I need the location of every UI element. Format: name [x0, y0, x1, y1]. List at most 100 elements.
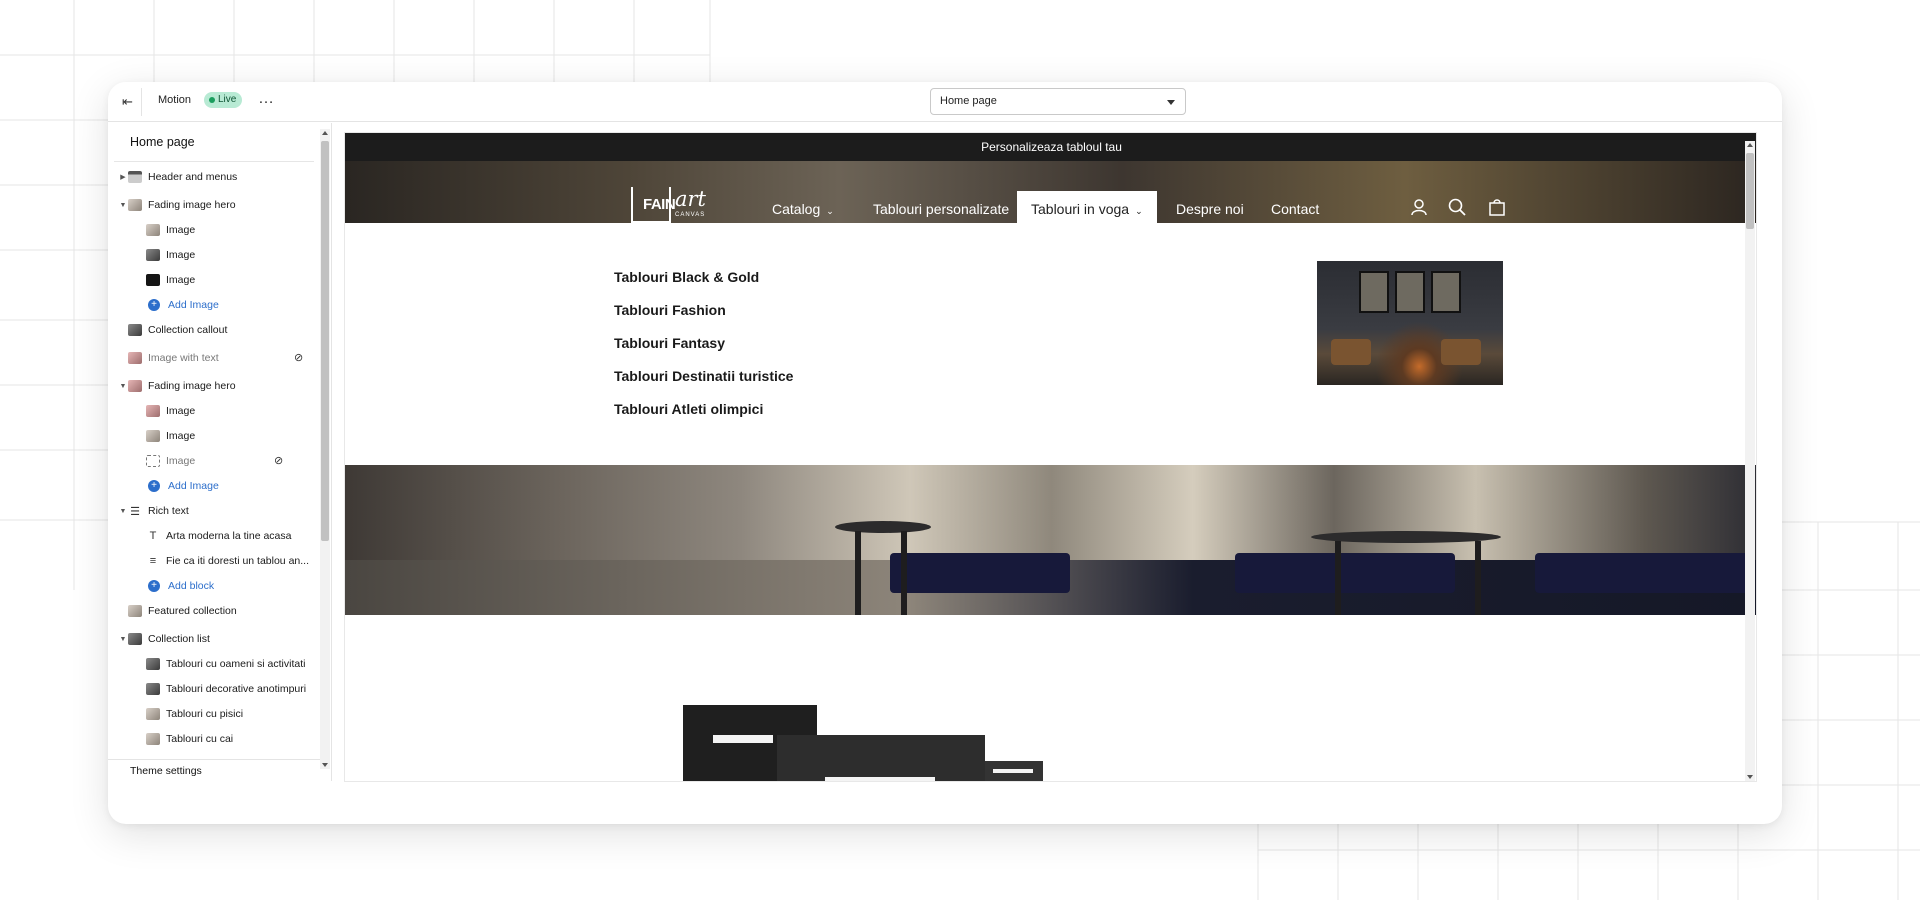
- block-image[interactable]: Image ⊘: [146, 451, 308, 471]
- nav-tablouri-personalizate[interactable]: Tablouri personalizate: [873, 193, 1009, 225]
- more-actions-button[interactable]: …: [258, 90, 275, 108]
- sidebar-title: Home page: [130, 135, 195, 149]
- scrollbar-thumb[interactable]: [321, 141, 329, 541]
- scroll-up-icon[interactable]: [322, 131, 328, 135]
- section-fading-image-hero[interactable]: ▼ Fading image hero: [118, 195, 236, 215]
- section-fading-image-hero[interactable]: ▼ Fading image hero: [118, 376, 236, 396]
- collection-image[interactable]: [985, 761, 1043, 781]
- dropdown-link[interactable]: Tablouri Fashion: [614, 302, 726, 318]
- chevron-down-icon: [1167, 100, 1175, 105]
- block-label: Image: [166, 249, 196, 261]
- image-icon: [128, 380, 142, 392]
- block-label: Image: [166, 430, 196, 442]
- nav-label: Tablouri personalizate: [873, 201, 1010, 217]
- block-image[interactable]: Image: [146, 270, 195, 290]
- add-label: Add Image: [168, 480, 219, 492]
- store-logo[interactable]: FAIN art CANVAS: [631, 187, 707, 223]
- block-image[interactable]: Image: [146, 426, 195, 446]
- account-icon[interactable]: [1409, 197, 1429, 217]
- theme-settings-link[interactable]: Theme settings: [130, 765, 202, 777]
- search-icon[interactable]: [1447, 197, 1467, 217]
- block-collection[interactable]: Tablouri cu cai: [146, 729, 233, 749]
- dropdown-link[interactable]: Tablouri Destinatii turistice: [614, 368, 793, 384]
- section-header-and-menus[interactable]: ▶ Header and menus: [118, 167, 237, 187]
- section-rich-text[interactable]: ▼ ☰ Rich text: [118, 501, 189, 521]
- dropdown-promo-image[interactable]: [1317, 261, 1503, 385]
- image-icon: [128, 605, 142, 617]
- sidebar-scrollbar[interactable]: [320, 129, 330, 769]
- image-icon: [146, 430, 160, 442]
- block-label: Tablouri decorative anotimpuri: [166, 683, 307, 695]
- section-label: Fading image hero: [148, 199, 236, 211]
- chevron-down-icon: ⌄: [1135, 206, 1143, 216]
- add-block-button[interactable]: + Add block: [148, 576, 214, 596]
- section-collection-callout[interactable]: Collection callout: [128, 320, 227, 340]
- nav-catalog[interactable]: Catalog ⌄: [772, 193, 834, 225]
- section-label: Image with text: [148, 352, 219, 364]
- add-label: Add Image: [168, 299, 219, 311]
- add-image-button[interactable]: + Add Image: [148, 295, 219, 315]
- seat-shape: [1235, 553, 1455, 593]
- section-label: Header and menus: [148, 171, 238, 183]
- section-image-with-text[interactable]: Image with text ⊘: [128, 348, 308, 368]
- ceiling-light-shape: [993, 769, 1033, 773]
- block-collection[interactable]: Tablouri cu oameni si activitati: [146, 654, 305, 674]
- cart-icon[interactable]: [1487, 197, 1507, 217]
- eye-off-icon[interactable]: ⊘: [274, 454, 283, 467]
- block-image[interactable]: Image: [146, 220, 195, 240]
- scroll-down-icon[interactable]: [322, 763, 328, 767]
- dropdown-link[interactable]: Tablouri Fantasy: [614, 335, 725, 351]
- expand-arrow-icon[interactable]: ▶: [118, 173, 128, 181]
- nav-despre-noi[interactable]: Despre noi: [1176, 193, 1244, 225]
- plus-icon: +: [148, 580, 160, 592]
- editor-topbar: ⇤ Motion Live … Home page: [108, 82, 1782, 122]
- block-label: Tablouri cu cai: [166, 733, 234, 745]
- block-collection[interactable]: Tablouri decorative anotimpuri: [146, 679, 306, 699]
- image-icon: [146, 249, 160, 261]
- collapse-arrow-icon[interactable]: ▼: [118, 508, 128, 515]
- image-icon: [128, 324, 142, 336]
- scrollbar-thumb[interactable]: [1746, 153, 1754, 229]
- nav-label: Contact: [1271, 201, 1320, 217]
- preview-scrollbar[interactable]: [1745, 141, 1755, 781]
- section-collection-list[interactable]: ▼ Collection list: [118, 629, 210, 649]
- table-leg-shape: [901, 531, 907, 615]
- block-label: Image: [166, 274, 196, 286]
- collapse-arrow-icon[interactable]: ▼: [118, 383, 128, 390]
- block-image[interactable]: Image: [146, 401, 195, 421]
- collection-image[interactable]: [777, 735, 985, 781]
- block-collection[interactable]: Tablouri cu pisici: [146, 704, 243, 724]
- heading-icon: T: [149, 530, 157, 542]
- dropdown-link[interactable]: Tablouri Black & Gold: [614, 269, 759, 285]
- scroll-up-icon[interactable]: [1747, 143, 1753, 147]
- exit-editor-button[interactable]: ⇤: [114, 88, 142, 116]
- collapse-arrow-icon[interactable]: ▼: [118, 636, 128, 643]
- logo-sub-text: CANVAS: [675, 212, 706, 218]
- nav-label: Tablouri in vogа: [1031, 201, 1130, 217]
- table-leg-shape: [1335, 541, 1341, 615]
- scroll-down-icon[interactable]: [1747, 775, 1753, 779]
- nav-contact[interactable]: Contact: [1271, 193, 1319, 225]
- add-image-button[interactable]: + Add Image: [148, 476, 219, 496]
- plus-icon: +: [148, 299, 160, 311]
- page-selector[interactable]: Home page: [930, 88, 1186, 115]
- table-shape: [835, 521, 931, 533]
- section-label: Fading image hero: [148, 380, 236, 392]
- block-paragraph[interactable]: ≡ Fie ca iti doresti un tablou an...: [146, 551, 309, 571]
- nav-label: Despre noi: [1176, 201, 1244, 217]
- ceiling-light-shape: [825, 777, 935, 781]
- theme-name: Motion: [158, 94, 192, 106]
- section-label: Collection callout: [148, 324, 228, 336]
- block-image[interactable]: Image: [146, 245, 195, 265]
- eye-off-icon[interactable]: ⊘: [294, 351, 303, 364]
- section-label: Featured collection: [148, 605, 237, 617]
- section-featured-collection[interactable]: Featured collection: [128, 601, 237, 621]
- nav-tablouri-in-voga[interactable]: Tablouri in vogа ⌄: [1017, 191, 1157, 227]
- announcement-bar[interactable]: Personalizeaza tabloul tau: [345, 133, 1756, 161]
- divider: [114, 161, 314, 162]
- collapse-arrow-icon[interactable]: ▼: [118, 202, 128, 209]
- block-label: Arta moderna la tine acasa: [166, 530, 292, 542]
- image-placeholder-icon: [146, 455, 160, 467]
- dropdown-link[interactable]: Tablouri Atleti olimpici: [614, 401, 763, 417]
- block-heading[interactable]: T Arta moderna la tine acasa: [146, 526, 292, 546]
